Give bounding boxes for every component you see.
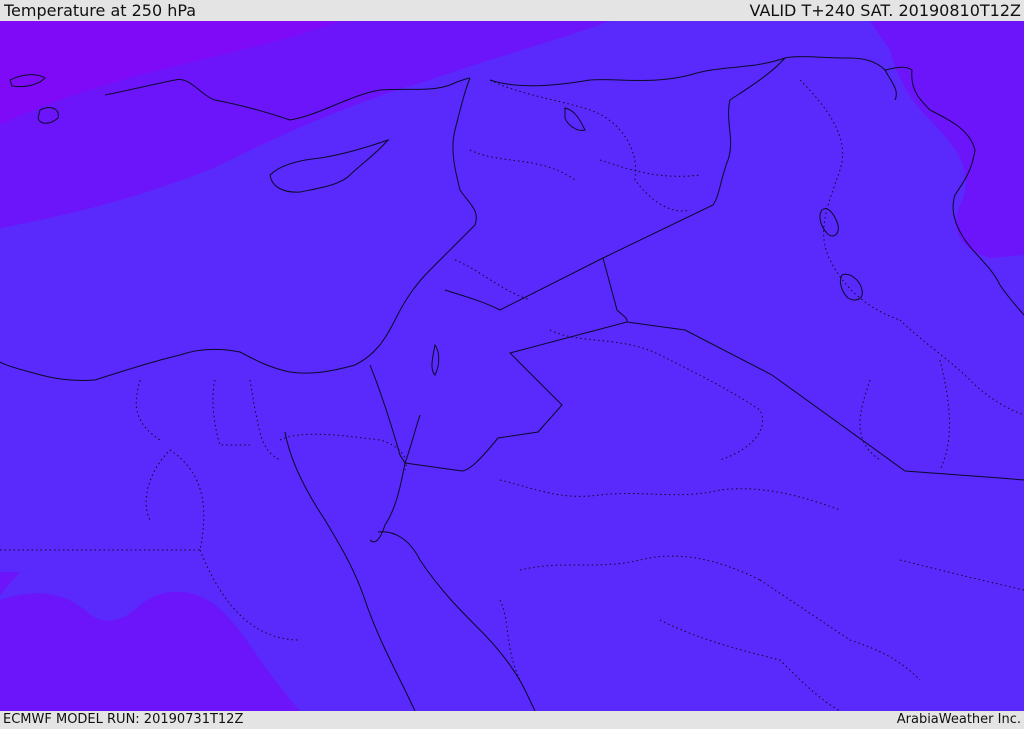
map-title: Temperature at 250 hPa <box>4 1 197 20</box>
temperature-map <box>0 21 1024 711</box>
header-bar: Temperature at 250 hPa VALID T+240 SAT. … <box>0 0 1024 21</box>
model-run: ECMWF MODEL RUN: 20190731T12Z <box>3 712 244 727</box>
credit-text: ArabiaWeather Inc. <box>896 712 1021 727</box>
valid-time: VALID T+240 SAT. 20190810T12Z <box>749 1 1021 20</box>
footer-bar: ECMWF MODEL RUN: 20190731T12Z ArabiaWeat… <box>0 711 1024 729</box>
